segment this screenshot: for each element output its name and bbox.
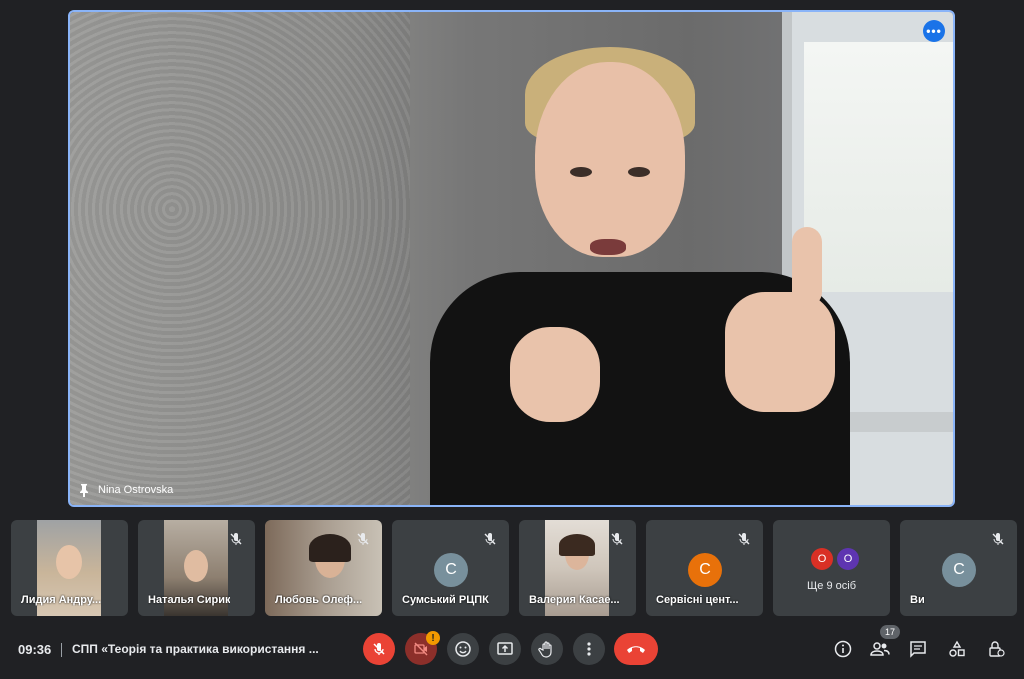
- people-icon: [870, 641, 890, 657]
- participant-name: Любовь Олеф...: [275, 594, 363, 606]
- participant-tile[interactable]: Валерия Касае...: [519, 520, 636, 616]
- emoji-icon: [454, 640, 472, 658]
- avatar: С: [434, 553, 468, 587]
- chat-button[interactable]: [907, 638, 929, 660]
- more-horiz-icon[interactable]: •••: [923, 20, 945, 42]
- more-options-button[interactable]: [573, 633, 605, 665]
- mic-off-icon: [991, 532, 1005, 546]
- host-controls-icon: [987, 640, 1005, 658]
- participant-tile[interactable]: С Сервісні цент...: [646, 520, 763, 616]
- participant-name: Лидия Андру...: [21, 594, 102, 606]
- present-screen-button[interactable]: [489, 633, 521, 665]
- divider: [61, 643, 62, 657]
- host-controls-button[interactable]: [985, 638, 1007, 660]
- info-icon: [834, 640, 852, 658]
- participant-name: Наталья Сирик: [148, 594, 231, 606]
- participant-name: Сервісні цент...: [656, 594, 739, 606]
- mic-toggle-button[interactable]: [363, 633, 395, 665]
- more-participants-label: Ще 9 осіб: [806, 580, 857, 592]
- end-call-button[interactable]: [614, 633, 658, 665]
- more-vert-icon: [586, 641, 592, 657]
- speaker-video: [430, 42, 850, 505]
- speaker-name: Nina Ostrovska: [98, 484, 174, 496]
- clock: 09:36: [18, 642, 52, 657]
- participants-button[interactable]: [869, 638, 891, 660]
- participant-tile[interactable]: Любовь Олеф...: [265, 520, 382, 616]
- end-call-icon: [625, 643, 647, 655]
- meeting-title[interactable]: СПП «Теорія та практика використання ...: [72, 642, 332, 656]
- avatar: С: [688, 553, 722, 587]
- participant-tile[interactable]: С Сумський РЦПК: [392, 520, 509, 616]
- avatar: О: [837, 548, 859, 570]
- participant-strip: Лидия Андру... Наталья Сирик Любовь Олеф…: [11, 520, 1017, 616]
- camera-off-icon: [413, 641, 429, 657]
- emoji-button[interactable]: [447, 633, 479, 665]
- mic-off-icon: [483, 532, 497, 546]
- mic-off-icon: [371, 641, 387, 657]
- more-participants-tile[interactable]: О О Ще 9 осіб: [773, 520, 890, 616]
- present-screen-icon: [496, 640, 514, 658]
- activities-icon: [948, 640, 966, 658]
- mic-off-icon: [229, 532, 243, 546]
- self-tile[interactable]: С Ви: [900, 520, 1017, 616]
- main-video-tile[interactable]: ••• Nina Ostrovska: [68, 10, 955, 507]
- participant-tile[interactable]: Лидия Андру...: [11, 520, 128, 616]
- raise-hand-icon: [538, 640, 556, 658]
- avatar: О: [811, 548, 833, 570]
- participants-count-badge: 17: [880, 625, 900, 639]
- participant-name: Ви: [910, 594, 925, 606]
- mic-off-icon: [356, 532, 370, 546]
- meeting-details-button[interactable]: [832, 638, 854, 660]
- participant-name: Валерия Касае...: [529, 594, 620, 606]
- chat-icon: [909, 640, 927, 658]
- participant-tile[interactable]: Наталья Сирик: [138, 520, 255, 616]
- mic-off-icon: [737, 532, 751, 546]
- speaker-label: Nina Ostrovska: [78, 483, 173, 497]
- participant-name: Сумський РЦПК: [402, 594, 489, 606]
- warning-badge: !: [426, 631, 440, 645]
- bottom-bar: 09:36 СПП «Теорія та практика використан…: [0, 622, 1024, 679]
- mic-off-icon: [610, 532, 624, 546]
- pin-icon[interactable]: [78, 483, 90, 497]
- avatar: С: [942, 553, 976, 587]
- raise-hand-button[interactable]: [531, 633, 563, 665]
- activities-button[interactable]: [946, 638, 968, 660]
